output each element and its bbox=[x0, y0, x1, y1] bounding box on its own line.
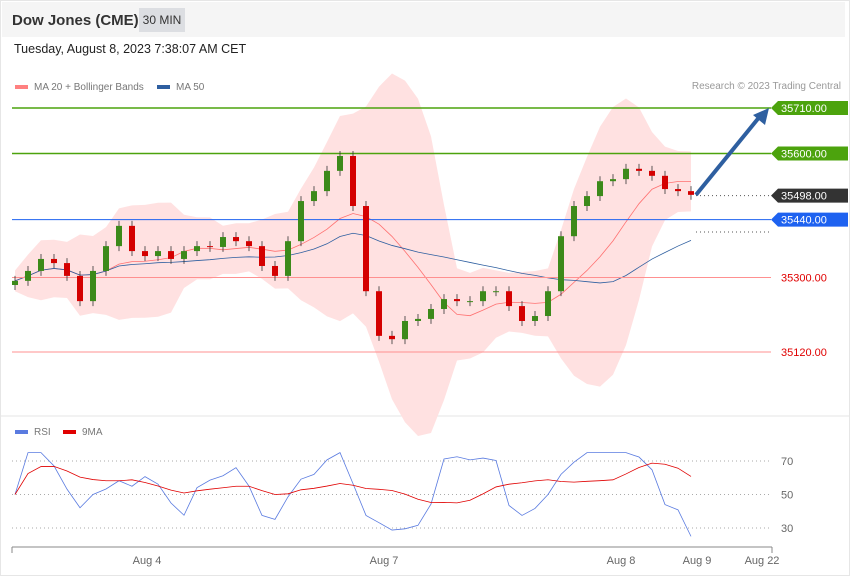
candle bbox=[233, 237, 239, 242]
candle bbox=[545, 291, 551, 317]
candle bbox=[597, 181, 603, 197]
candle bbox=[324, 170, 330, 192]
candle bbox=[428, 308, 434, 319]
chart-widget: Dow Jones (CME) 30 MIN Tuesday, August 8… bbox=[0, 0, 850, 576]
candle bbox=[77, 275, 83, 302]
candle bbox=[363, 206, 369, 292]
candle bbox=[519, 306, 525, 321]
candle bbox=[350, 155, 356, 207]
rsi-tick-label: 30 bbox=[781, 523, 793, 535]
candle bbox=[285, 241, 291, 276]
target-arrow bbox=[694, 113, 763, 197]
candle bbox=[38, 258, 44, 271]
candle bbox=[623, 168, 629, 180]
level-label-last: 35498.00 bbox=[781, 191, 827, 203]
candle bbox=[389, 335, 395, 340]
level-label-resistance: 35710.00 bbox=[781, 103, 827, 115]
candle bbox=[506, 291, 512, 307]
candle bbox=[415, 318, 421, 321]
candle bbox=[480, 291, 486, 302]
candle bbox=[493, 291, 499, 293]
candle bbox=[25, 270, 31, 281]
candle bbox=[467, 301, 473, 303]
candle bbox=[402, 320, 408, 340]
rsi-tick-label: 70 bbox=[781, 456, 793, 468]
candle bbox=[311, 191, 317, 202]
candle bbox=[103, 246, 109, 271]
candle bbox=[220, 237, 226, 247]
candle bbox=[649, 170, 655, 176]
candle bbox=[90, 270, 96, 302]
candle bbox=[155, 251, 161, 257]
candle bbox=[610, 179, 616, 182]
candle bbox=[51, 258, 57, 264]
x-axis-label: Aug 4 bbox=[133, 555, 162, 567]
candle bbox=[129, 225, 135, 252]
candle bbox=[571, 206, 577, 237]
x-axis-label: Aug 9 bbox=[683, 555, 712, 567]
x-axis-label: Aug 22 bbox=[745, 555, 780, 567]
candle bbox=[298, 201, 304, 242]
candle bbox=[454, 299, 460, 302]
candle bbox=[116, 225, 122, 247]
candle bbox=[662, 175, 668, 190]
candle bbox=[688, 191, 694, 195]
candle bbox=[168, 251, 174, 259]
candle bbox=[259, 246, 265, 266]
x-axis-label: Aug 8 bbox=[607, 555, 636, 567]
candle bbox=[142, 251, 148, 257]
level-label-pivot: 35440.00 bbox=[781, 215, 827, 227]
candle bbox=[532, 316, 538, 321]
candle bbox=[636, 168, 642, 171]
level-label-support: 35120.00 bbox=[781, 347, 827, 359]
candle bbox=[337, 155, 343, 171]
candle bbox=[441, 299, 447, 309]
candle bbox=[246, 241, 252, 247]
candle bbox=[675, 189, 681, 192]
bollinger-band bbox=[15, 73, 691, 437]
candle bbox=[376, 291, 382, 336]
candle bbox=[194, 246, 200, 252]
candle bbox=[64, 263, 70, 276]
level-label-resistance: 35600.00 bbox=[781, 148, 827, 160]
candle bbox=[584, 196, 590, 207]
price-chart: 35710.00 35600.00 35498.00 35440.00 35300.00… bbox=[1, 73, 849, 567]
level-label-support: 35300.00 bbox=[781, 273, 827, 285]
candle bbox=[558, 236, 564, 292]
candle bbox=[272, 265, 278, 276]
candle bbox=[12, 280, 18, 286]
candle bbox=[207, 246, 213, 248]
candle bbox=[181, 251, 187, 259]
x-axis-label: Aug 7 bbox=[370, 555, 399, 567]
rsi-tick-label: 50 bbox=[781, 490, 793, 502]
